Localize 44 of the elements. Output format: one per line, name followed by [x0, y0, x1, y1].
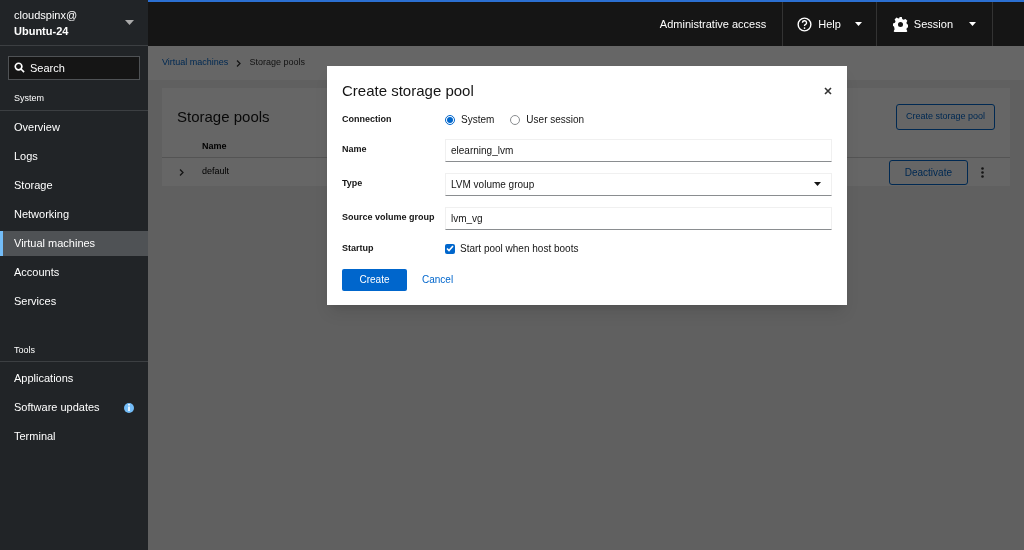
table-cell: default: [202, 165, 230, 179]
chevron-icon[interactable]: [179, 168, 184, 176]
admin-access-button[interactable]: Administrative access: [643, 2, 783, 46]
nav-item[interactable]: Accounts: [0, 259, 148, 285]
page-title: Storage pools: [177, 106, 270, 127]
caret-icon: [969, 22, 976, 26]
field-label: Startup: [342, 241, 375, 255]
column-header: Name: [202, 139, 227, 153]
nav-item[interactable]: Applications: [0, 366, 148, 391]
radio-option[interactable]: System: [445, 112, 495, 127]
caret-icon: [125, 20, 134, 25]
create-button[interactable]: Create: [342, 268, 407, 291]
kebab-icon[interactable]: [981, 166, 984, 178]
host-user: cloudspinx@: [14, 7, 78, 23]
field-label: Name: [342, 143, 368, 157]
search-icon: [14, 62, 25, 73]
checkbox[interactable]: [445, 243, 455, 254]
search-field[interactable]: Search: [8, 56, 140, 80]
nav-item[interactable]: Services: [0, 288, 148, 314]
gear-icon: [892, 16, 908, 32]
cancel-link[interactable]: Cancel: [422, 272, 454, 287]
nav-item[interactable]: Overview: [0, 114, 148, 140]
nav-item[interactable]: Logs: [0, 143, 148, 169]
caret-icon: [814, 182, 821, 186]
input-field[interactable]: elearning_lvm: [445, 138, 832, 162]
select-field[interactable]: LVM volume group: [445, 172, 832, 196]
field-label: Type: [342, 177, 364, 191]
nav-item[interactable]: Software updates: [0, 395, 148, 420]
close-icon[interactable]: [824, 87, 832, 96]
nav-item[interactable]: Storage: [0, 172, 148, 198]
nav-item[interactable]: Virtual machines: [0, 230, 148, 256]
field-label: Source volume group: [342, 211, 436, 225]
help-icon: [797, 16, 813, 32]
input-field[interactable]: lvm_vg: [445, 206, 832, 230]
caret-icon: [854, 22, 862, 26]
host-name: Ubuntu-24: [14, 23, 70, 39]
nav-item[interactable]: Networking: [0, 201, 148, 227]
radio-option[interactable]: User session: [510, 112, 585, 127]
dialog-title: Create storage pool: [342, 81, 474, 101]
breadcrumb-current: Storage pools: [249, 56, 305, 70]
checkbox-option[interactable]: Start pool when host boots: [445, 240, 832, 257]
nav-item[interactable]: Terminal: [0, 424, 148, 449]
field-label: Connection: [342, 112, 393, 126]
chevron-icon: [236, 59, 242, 67]
